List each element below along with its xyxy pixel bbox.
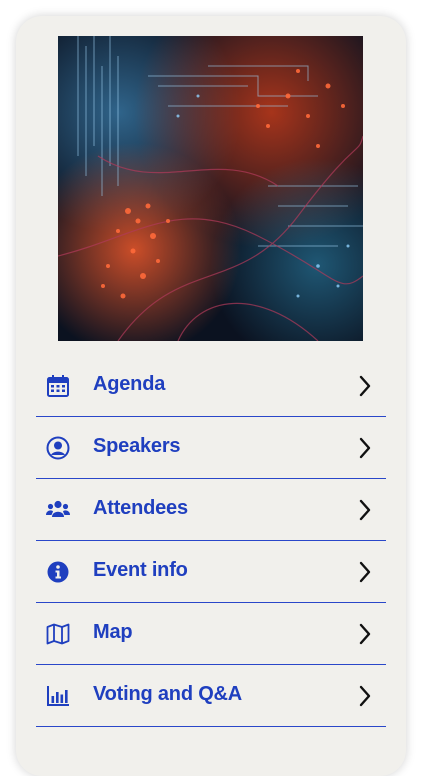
hero-image [58, 36, 363, 341]
menu-item-speakers[interactable]: Speakers [36, 417, 386, 479]
chevron-right-icon [358, 375, 372, 397]
menu-item-agenda[interactable]: Agenda [36, 355, 386, 417]
chevron-right-icon [358, 561, 372, 583]
menu-item-attendees[interactable]: Attendees [36, 479, 386, 541]
menu-item-label: Attendees [93, 497, 188, 519]
chevron-right-icon [358, 685, 372, 707]
menu-item-label: Speakers [93, 435, 181, 457]
menu-item-label: Agenda [93, 373, 166, 395]
menu-item-label: Voting and Q&A [93, 683, 243, 705]
menu-item-label: Event info [93, 559, 188, 581]
menu-item-label: Map [93, 621, 133, 643]
chevron-right-icon [358, 623, 372, 645]
menu-item-voting-qa[interactable]: Voting and Q&A [36, 665, 386, 727]
abstract-neon-network-image [58, 36, 363, 341]
info-icon [46, 560, 70, 584]
menu-item-map[interactable]: Map [36, 603, 386, 665]
poll-icon [46, 684, 70, 708]
users-icon [46, 498, 70, 522]
app-card: Agenda Speakers Attendees Event info Map… [16, 16, 406, 776]
chevron-right-icon [358, 437, 372, 459]
user-circle-icon [46, 436, 70, 460]
calendar-icon [46, 374, 70, 398]
main-menu: Agenda Speakers Attendees Event info Map… [36, 355, 386, 727]
menu-item-event-info[interactable]: Event info [36, 541, 386, 603]
chevron-right-icon [358, 499, 372, 521]
map-icon [46, 622, 70, 646]
